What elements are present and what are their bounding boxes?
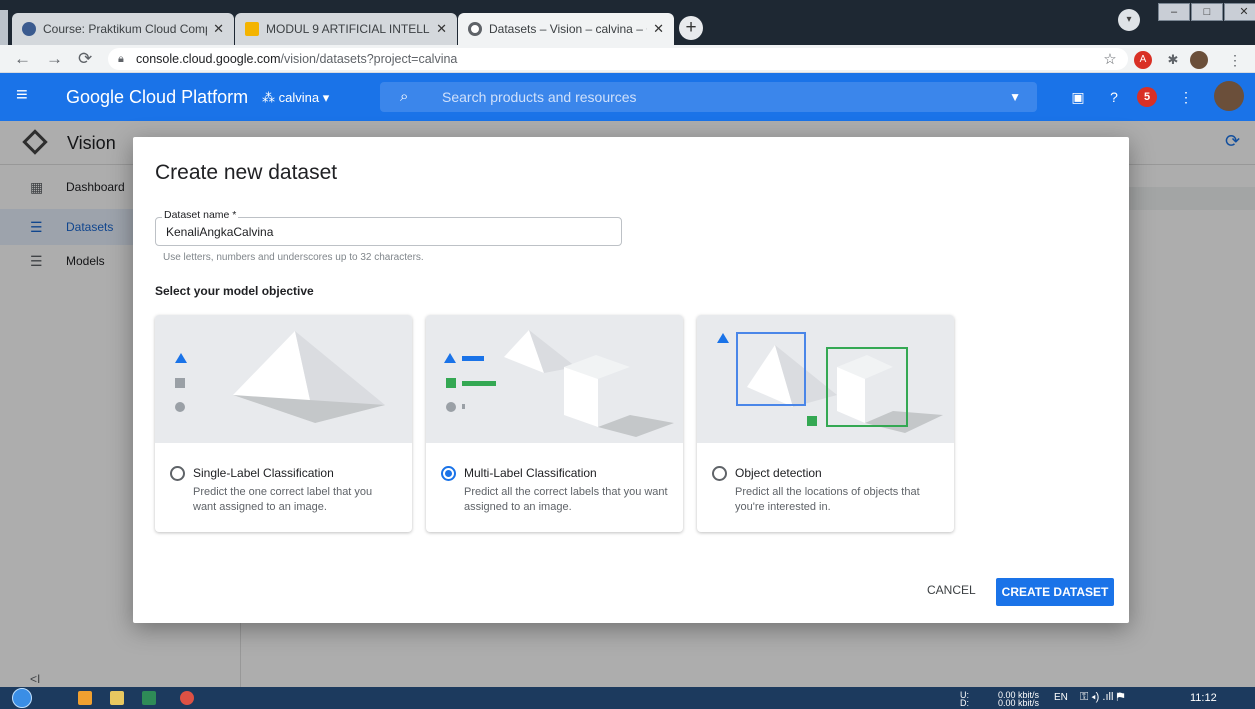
new-tab-button[interactable]: + — [679, 16, 703, 40]
dataset-name-field[interactable]: Dataset name * KenaliAngkaCalvina — [155, 209, 622, 246]
tab-close-icon[interactable]: ✕ — [213, 21, 224, 37]
search-input[interactable]: ⌕ Search products and resources ▼ — [380, 82, 1037, 112]
gcp-brand[interactable]: Google Cloud Platform — [66, 87, 248, 108]
media-player-icon[interactable] — [78, 691, 92, 705]
start-button[interactable] — [12, 688, 32, 708]
cloud-shell-icon[interactable]: ▣ — [1068, 87, 1088, 107]
minimize-button[interactable]: – — [1158, 3, 1190, 21]
browser-tab-modul[interactable]: MODUL 9 ARTIFICIAL INTELLIGE ✕ — [235, 13, 457, 45]
dataset-name-label: Dataset name * — [162, 209, 239, 221]
browser-tab-datasets[interactable]: Datasets – Vision – calvina – Goo ✕ — [458, 13, 674, 45]
tab-label: MODUL 9 ARTIFICIAL INTELLIGE — [266, 22, 430, 36]
moodle-favicon-icon — [22, 22, 36, 36]
option-title: Multi-Label Classification — [464, 466, 597, 480]
language-indicator[interactable]: EN — [1054, 693, 1068, 703]
object-detection-illustration — [697, 315, 954, 443]
address-bar-row: ← → ⟳ 🔒︎ console.cloud.google.com/vision… — [0, 45, 1255, 73]
notifications-badge[interactable]: 5 — [1137, 87, 1157, 107]
option-card-multi-label[interactable]: Multi-Label Classification Predict all t… — [426, 315, 683, 532]
single-label-radio[interactable] — [170, 466, 185, 481]
gcp-header: ≡ Google Cloud Platform ⁂ calvina ▾ ⌕ Se… — [0, 73, 1255, 121]
browser-tab-strip: Course: Praktikum Cloud Compu ✕ MODUL 9 … — [0, 0, 1255, 45]
reload-icon[interactable]: ⟳ — [78, 49, 92, 69]
dataset-name-value: KenaliAngkaCalvina — [166, 225, 274, 239]
maximize-button[interactable]: □ — [1191, 3, 1223, 21]
chrome-icon[interactable] — [180, 691, 194, 705]
option-card-single-label[interactable]: Single-Label Classification Predict the … — [155, 315, 412, 532]
search-placeholder: Search products and resources — [442, 89, 637, 105]
adblock-extension-icon[interactable]: A — [1134, 51, 1152, 69]
tab-close-icon[interactable]: ✕ — [436, 21, 447, 37]
objective-title: Select your model objective — [155, 284, 314, 298]
option-description: Predict all the correct labels that you … — [464, 486, 668, 513]
hamburger-menu-icon[interactable]: ≡ — [16, 84, 28, 107]
dataset-name-hint: Use letters, numbers and underscores up … — [163, 252, 424, 263]
net-down-label: D: — [960, 698, 969, 708]
gcp-favicon-icon — [468, 22, 482, 36]
multi-label-radio[interactable] — [441, 466, 456, 481]
windows-taskbar: U: D: 0.00 kbit/s 0.00 kbit/s EN ⚿ ◂) .ıll… — [0, 687, 1255, 709]
single-label-illustration — [155, 315, 412, 443]
chrome-menu-icon[interactable]: ⋮ — [1226, 51, 1244, 69]
create-dataset-dialog: Create new dataset Dataset name * Kenali… — [133, 137, 1129, 623]
clock[interactable]: 11:12 — [1190, 692, 1217, 704]
multi-label-illustration — [426, 315, 683, 443]
option-card-object-detection[interactable]: Object detection Predict all the locatio… — [697, 315, 954, 532]
drive-favicon-icon — [245, 22, 259, 36]
search-expand-icon[interactable]: ▼ — [1009, 82, 1021, 112]
app-icon[interactable] — [142, 691, 156, 705]
option-title: Single-Label Classification — [193, 466, 334, 480]
browser-tab-course[interactable]: Course: Praktikum Cloud Compu ✕ — [12, 13, 234, 45]
extensions-puzzle-icon[interactable]: ✱ — [1164, 51, 1182, 69]
forward-arrow-icon[interactable]: → — [46, 49, 63, 69]
lock-icon: 🔒︎ — [118, 53, 124, 65]
system-tray-icons[interactable]: ⚿ ◂) .ıll ⚑ — [1080, 692, 1124, 703]
url-path: /vision/datasets?project=calvina — [280, 52, 458, 66]
profile-avatar-icon[interactable] — [1190, 51, 1208, 69]
file-explorer-icon[interactable] — [110, 691, 124, 705]
project-selector[interactable]: ⁂ calvina ▾ — [262, 90, 329, 106]
tab-close-icon[interactable]: ✕ — [653, 21, 664, 37]
bookmark-star-icon[interactable]: ☆ — [1101, 51, 1119, 69]
project-name: calvina — [278, 90, 320, 105]
window-controls: – □ ✕ — [1157, 3, 1255, 21]
cancel-button[interactable]: CANCEL — [927, 583, 976, 597]
tab-label: Datasets – Vision – calvina – Goo — [489, 22, 647, 36]
tab-label: Course: Praktikum Cloud Compu — [43, 22, 208, 36]
dialog-title: Create new dataset — [155, 161, 338, 184]
net-labels: U: D: — [960, 691, 969, 708]
url-host: console.cloud.google.com — [136, 52, 281, 66]
create-dataset-button[interactable]: CREATE DATASET — [996, 578, 1114, 606]
back-arrow-icon[interactable]: ← — [14, 49, 31, 69]
more-options-icon[interactable]: ⋮ — [1176, 87, 1196, 107]
close-window-button[interactable]: ✕ — [1224, 3, 1255, 21]
net-down-rate: 0.00 kbit/s — [998, 698, 1040, 708]
url-field[interactable]: 🔒︎ console.cloud.google.com/vision/datas… — [108, 48, 1128, 70]
option-title: Object detection — [735, 466, 822, 480]
object-detection-radio[interactable] — [712, 466, 727, 481]
option-description: Predict all the locations of objects tha… — [735, 486, 920, 513]
net-rates: 0.00 kbit/s 0.00 kbit/s — [998, 691, 1040, 708]
account-avatar[interactable] — [1214, 81, 1244, 111]
chrome-profile-icon[interactable]: ▾ — [1118, 9, 1140, 31]
help-icon[interactable]: ? — [1104, 87, 1124, 107]
window-frame — [0, 10, 8, 45]
option-description: Predict the one correct label that you w… — [193, 486, 373, 513]
search-icon: ⌕ — [400, 88, 409, 105]
